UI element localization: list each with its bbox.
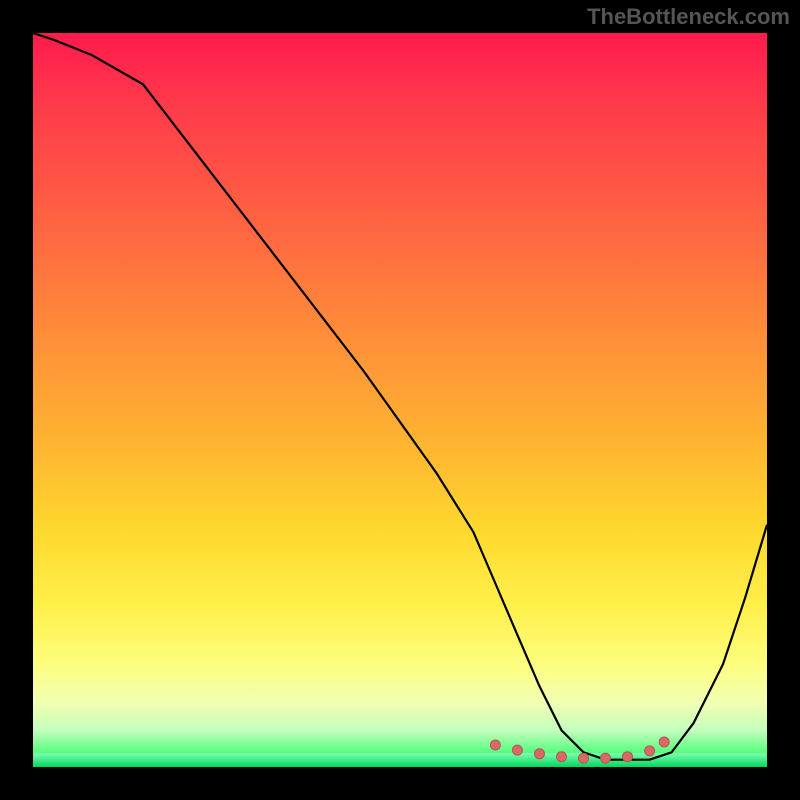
plot-area xyxy=(33,33,767,767)
chart-svg xyxy=(33,33,767,767)
marker-dot xyxy=(490,740,500,750)
marker-dot xyxy=(601,753,611,763)
marker-dot xyxy=(659,737,669,747)
marker-dot xyxy=(623,752,633,762)
watermark-text: TheBottleneck.com xyxy=(587,4,790,30)
bottleneck-curve xyxy=(33,33,767,760)
marker-dot xyxy=(645,746,655,756)
marker-dot xyxy=(535,749,545,759)
marker-dot xyxy=(557,752,567,762)
marker-dot xyxy=(579,753,589,763)
marker-dot xyxy=(512,745,522,755)
